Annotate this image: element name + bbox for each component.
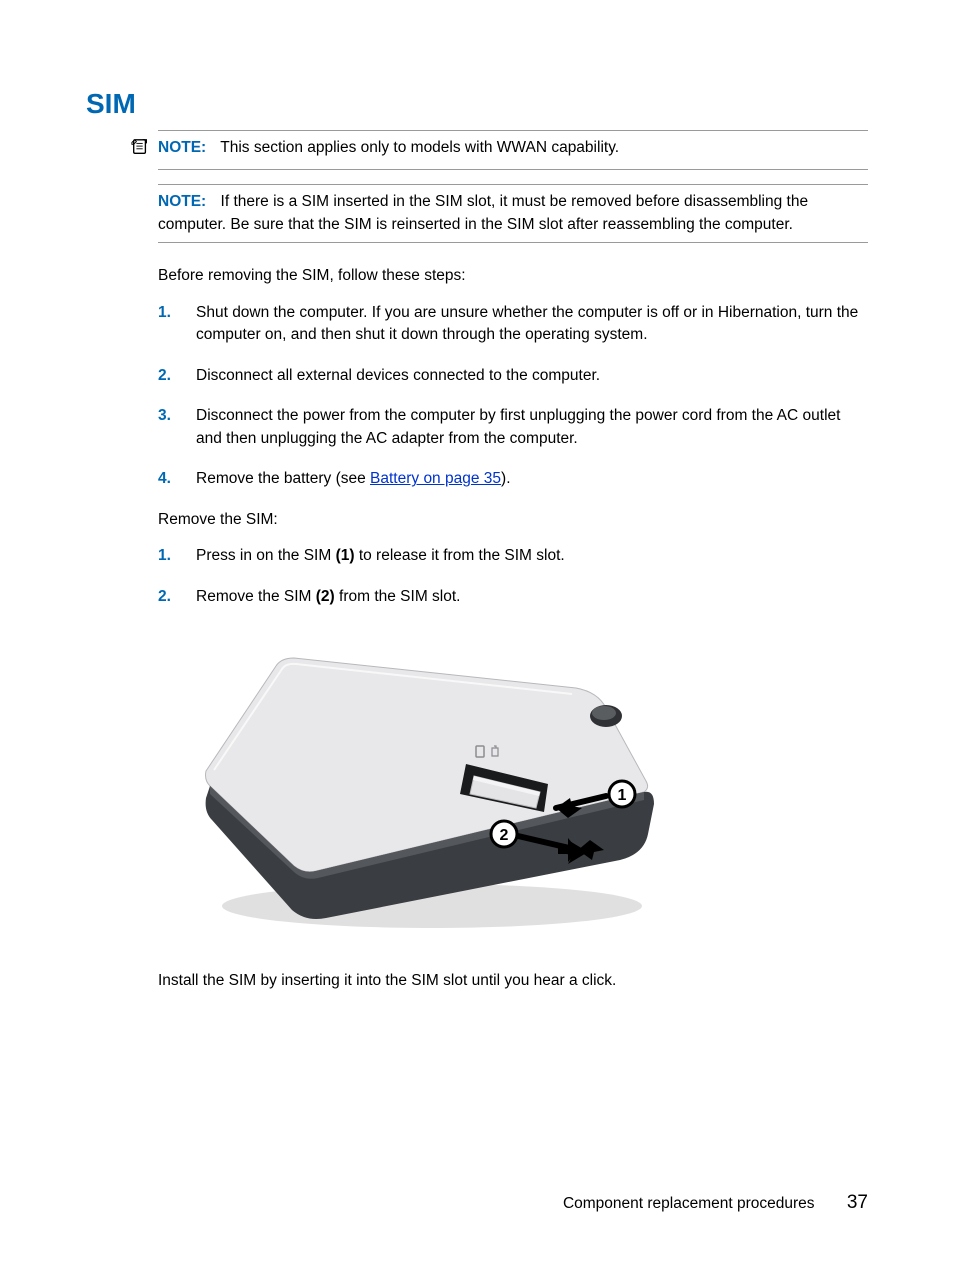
note-1: NOTE: This section applies only to model… [158,131,868,169]
note-label: NOTE: [158,139,206,156]
sim-removal-figure: 1 2 [196,636,668,942]
step-item: Disconnect all external devices connecte… [158,365,868,387]
footer-section-title: Component replacement procedures [563,1195,815,1212]
intro-paragraph-2: Remove the SIM: [158,509,868,531]
note-text: This section applies only to models with… [220,139,619,156]
note-icon [130,138,152,163]
callout-1-label: 1 [618,787,627,804]
page-footer: Component replacement procedures 37 [563,1192,868,1214]
note-2: NOTE: If there is a SIM inserted in the … [158,185,868,242]
note-text: If there is a SIM inserted in the SIM sl… [158,193,808,232]
step-item: Shut down the computer. If you are unsur… [158,302,868,347]
closing-paragraph: Install the SIM by inserting it into the… [158,970,868,992]
footer-page-number: 37 [847,1192,868,1213]
callout-2-label: 2 [500,827,509,844]
intro-paragraph-1: Before removing the SIM, follow these st… [158,265,868,287]
pre-steps-list: Shut down the computer. If you are unsur… [158,302,868,491]
step-item: Remove the battery (see Battery on page … [158,468,868,490]
remove-steps-list: Press in on the SIM (1) to release it fr… [158,545,868,608]
section-heading: SIM [86,88,868,120]
step-item: Disconnect the power from the computer b… [158,405,868,450]
divider [158,242,868,243]
step-item: Remove the SIM (2) from the SIM slot. [158,586,868,608]
battery-link[interactable]: Battery on page 35 [370,470,501,487]
step-item: Press in on the SIM (1) to release it fr… [158,545,868,567]
note-label: NOTE: [158,193,206,210]
